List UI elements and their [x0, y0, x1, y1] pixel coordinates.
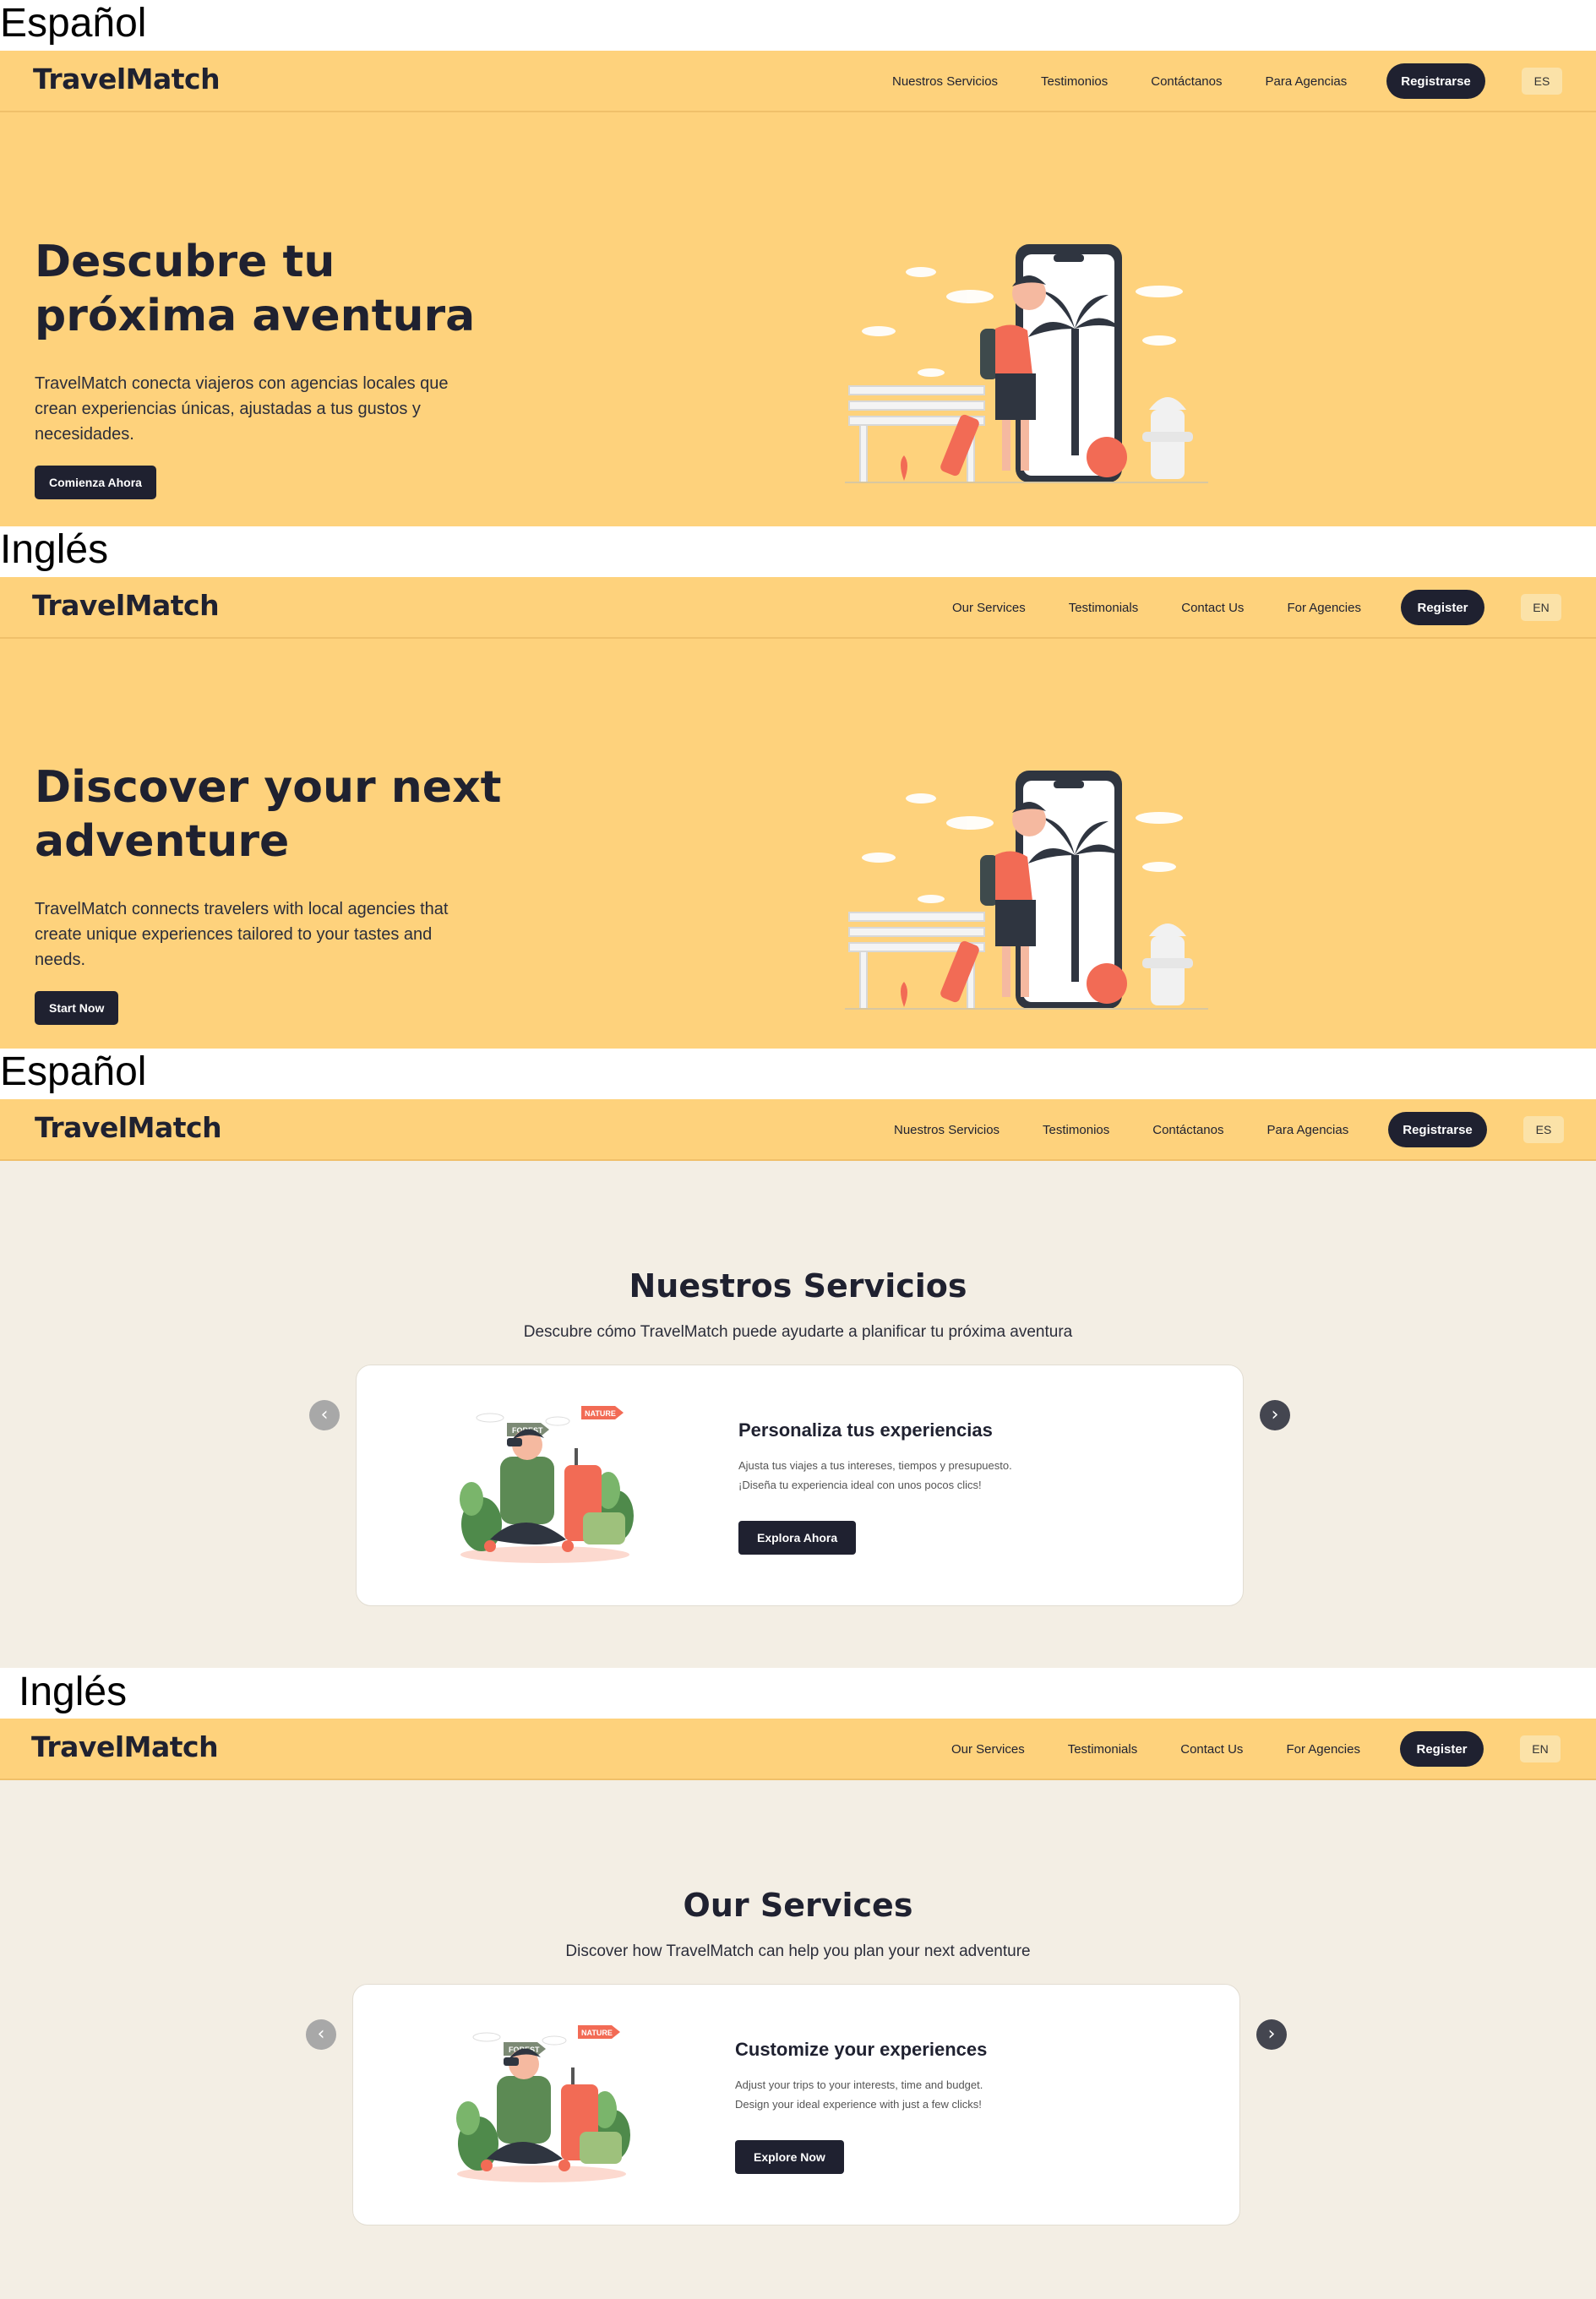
hero-title-line2: adventure [35, 816, 290, 867]
carousel-next-button[interactable]: › [1256, 2019, 1287, 2050]
nav-links: Our Services Testimonials Contact Us For… [951, 1719, 1403, 1780]
navbar: TravelMatch Nuestros Servicios Testimoni… [0, 51, 1596, 112]
services-subtitle: Discover how TravelMatch can help you pl… [565, 1942, 1031, 1960]
hero-description: TravelMatch conecta viajeros con agencia… [35, 374, 449, 444]
card-description-line1: Ajusta tus viajes a tus intereses, tiemp… [738, 1459, 1012, 1472]
nav-services[interactable]: Nuestros Servicios [894, 1123, 1000, 1137]
card-description-line2: ¡Diseña tu experiencia ideal con unos po… [738, 1479, 982, 1491]
caption-spanish-services: Español [0, 1049, 147, 1094]
brand-logo[interactable]: TravelMatch [35, 1111, 222, 1144]
card-description: Ajusta tus viajes a tus intereses, tiemp… [738, 1456, 1076, 1495]
language-toggle[interactable]: ES [1523, 1116, 1564, 1143]
nav-contact[interactable]: Contáctanos [1151, 74, 1222, 89]
carousel-prev-button[interactable]: ‹ [306, 2019, 336, 2050]
service-card: FOREST NATURE Personaliza tus experienci… [356, 1365, 1244, 1606]
navbar: TravelMatch Nuestros Servicios Testimoni… [0, 1099, 1596, 1161]
nav-services[interactable]: Our Services [951, 1742, 1025, 1757]
nav-links: Nuestros Servicios Testimonios Contáctan… [894, 1099, 1392, 1161]
services-title: Nuestros Servicios [629, 1267, 967, 1305]
nav-contact[interactable]: Contáctanos [1152, 1123, 1223, 1137]
traveler-binoculars-illustration: FOREST NATURE [456, 2025, 630, 2182]
hero-title: Discover your next adventure [35, 760, 501, 869]
chevron-right-icon: › [1267, 2024, 1276, 2045]
services-title: Our Services [683, 1887, 913, 1924]
nav-agencies[interactable]: Para Agencias [1265, 74, 1347, 89]
caption-english-hero: Inglés [0, 527, 109, 572]
traveler-binoculars-illustration: FOREST NATURE [460, 1406, 634, 1563]
nav-links: Nuestros Servicios Testimonios Contáctan… [892, 51, 1390, 112]
register-button[interactable]: Register [1400, 1731, 1484, 1767]
carousel-next-button[interactable]: › [1260, 1400, 1290, 1430]
nav-contact[interactable]: Contact Us [1180, 1742, 1243, 1757]
brand-logo[interactable]: TravelMatch [31, 1730, 219, 1763]
card-title: Customize your experiences [735, 2039, 988, 2060]
explore-button[interactable]: Explora Ahora [738, 1521, 857, 1555]
hero-section: Descubre tu próxima aventura TravelMatch… [0, 112, 1596, 526]
nav-testimonials[interactable]: Testimonials [1068, 1742, 1138, 1757]
card-description-line2: Design your ideal experience with just a… [735, 2098, 982, 2111]
services-subtitle: Descubre cómo TravelMatch puede ayudarte… [523, 1323, 1073, 1341]
register-button[interactable]: Registrarse [1386, 63, 1485, 99]
carousel-prev-button[interactable]: ‹ [309, 1400, 340, 1430]
services-panel-spanish: TravelMatch Nuestros Servicios Testimoni… [0, 1099, 1596, 1668]
navbar: TravelMatch Our Services Testimonials Co… [0, 1719, 1596, 1780]
services-section: Nuestros Servicios Descubre cómo TravelM… [0, 1161, 1596, 1668]
nav-testimonials[interactable]: Testimonials [1069, 601, 1139, 615]
traveler-phone-illustration [845, 771, 1208, 1010]
hero-title-line1: Descubre tu [35, 237, 335, 287]
card-title: Personaliza tus experiencias [738, 1419, 993, 1441]
language-toggle[interactable]: EN [1520, 1735, 1561, 1762]
brand-logo[interactable]: TravelMatch [33, 63, 221, 95]
nav-agencies[interactable]: For Agencies [1286, 1742, 1360, 1757]
language-toggle[interactable]: ES [1522, 68, 1562, 95]
nav-contact[interactable]: Contact Us [1181, 601, 1244, 615]
card-description-line1: Adjust your trips to your interests, tim… [735, 2078, 983, 2091]
hero-section: Discover your next adventure TravelMatch… [0, 639, 1596, 1049]
services-section: Our Services Discover how TravelMatch ca… [0, 1780, 1596, 2299]
hero-title-line1: Discover your next [35, 762, 502, 813]
brand-logo[interactable]: TravelMatch [32, 589, 220, 622]
nav-agencies[interactable]: For Agencies [1287, 601, 1361, 615]
chevron-left-icon: ‹ [317, 2024, 325, 2045]
language-toggle[interactable]: EN [1521, 594, 1561, 621]
navbar: TravelMatch Our Services Testimonials Co… [0, 577, 1596, 639]
cta-button[interactable]: Start Now [35, 991, 119, 1025]
nav-services[interactable]: Our Services [952, 601, 1026, 615]
service-card: FOREST NATURE Customize your experiences… [352, 1984, 1240, 2225]
nav-testimonials[interactable]: Testimonios [1041, 74, 1108, 89]
register-button[interactable]: Registrarse [1388, 1112, 1487, 1147]
hero-panel-spanish: TravelMatch Nuestros Servicios Testimoni… [0, 51, 1596, 526]
caption-english-services: Inglés [19, 1670, 128, 1714]
caption-spanish-hero: Español [0, 1, 147, 46]
hero-panel-english: TravelMatch Our Services Testimonials Co… [0, 577, 1596, 1049]
hero-description: TravelMatch connects travelers with loca… [35, 900, 449, 969]
hero-title: Descubre tu próxima aventura [35, 235, 475, 343]
chevron-right-icon: › [1271, 1404, 1279, 1425]
cta-button[interactable]: Comienza Ahora [35, 466, 156, 499]
nav-services[interactable]: Nuestros Servicios [892, 74, 998, 89]
chevron-left-icon: ‹ [320, 1404, 329, 1425]
nav-agencies[interactable]: Para Agencias [1266, 1123, 1348, 1137]
register-button[interactable]: Register [1401, 590, 1484, 625]
services-panel-english: TravelMatch Our Services Testimonials Co… [0, 1719, 1596, 2299]
sign-nature-label: NATURE [585, 1409, 616, 1418]
nav-links: Our Services Testimonials Contact Us For… [952, 577, 1404, 639]
explore-button[interactable]: Explore Now [735, 2140, 844, 2174]
card-description: Adjust your trips to your interests, tim… [735, 2075, 1073, 2114]
sign-nature-label: NATURE [581, 2029, 613, 2037]
traveler-phone-illustration [845, 244, 1208, 483]
hero-title-line2: próxima aventura [35, 291, 476, 341]
nav-testimonials[interactable]: Testimonios [1043, 1123, 1109, 1137]
